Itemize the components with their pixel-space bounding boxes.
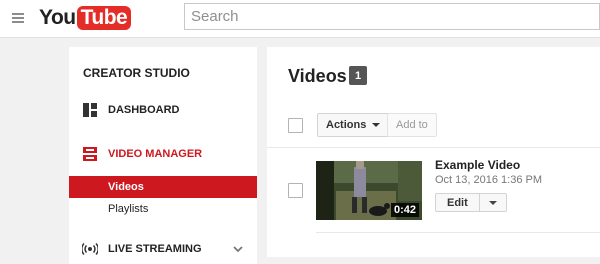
edit-split-button: Edit (435, 193, 507, 212)
edit-button-label: Edit (447, 196, 468, 209)
sidebar-item-label: DASHBOARD (108, 104, 180, 116)
creator-studio-sidebar: CREATOR STUDIO DASHBOARD VIDEO MANAGER V… (69, 47, 257, 264)
sidebar-subitem-label: Videos (108, 181, 144, 193)
select-all-checkbox[interactable] (288, 118, 303, 133)
caret-down-icon (488, 200, 497, 205)
page-title: Videos (288, 66, 347, 86)
logo-text-tube: Tube (76, 6, 132, 30)
add-to-button-label: Add to (396, 119, 428, 131)
logo-text-you: You (39, 6, 76, 29)
live-streaming-icon (82, 242, 98, 256)
sidebar-item-label: VIDEO MANAGER (108, 148, 203, 160)
chevron-down-icon[interactable] (233, 244, 243, 254)
edit-dropdown-button[interactable] (480, 194, 506, 211)
row-divider (316, 232, 600, 233)
video-count-badge: 1 (349, 66, 367, 85)
sidebar-item-dashboard[interactable]: DASHBOARD (69, 98, 257, 122)
sidebar-subitem-label: Playlists (108, 203, 149, 215)
sidebar-subitem-playlists[interactable]: Playlists (69, 198, 257, 220)
actions-button[interactable]: Actions (317, 113, 390, 137)
video-title-link[interactable]: Example Video (435, 158, 520, 172)
search-input[interactable] (184, 3, 600, 30)
video-manager-icon (83, 147, 97, 161)
video-duration: 0:42 (390, 203, 419, 217)
edit-button[interactable]: Edit (436, 194, 480, 211)
caret-down-icon (372, 123, 381, 127)
menu-icon[interactable] (12, 13, 24, 23)
sidebar-item-label: LIVE STREAMING (108, 243, 202, 255)
sidebar-item-live-streaming[interactable]: LIVE STREAMING (69, 237, 257, 261)
video-date: Oct 13, 2016 1:36 PM (435, 174, 543, 186)
toolbar-divider (267, 147, 600, 148)
add-to-button[interactable]: Add to (387, 113, 437, 137)
video-manager-panel: Videos 1 Actions Add to 0:42 Example Vid… (267, 47, 600, 257)
sidebar-title: CREATOR STUDIO (83, 66, 190, 80)
sidebar-item-video-manager[interactable]: VIDEO MANAGER (69, 142, 257, 166)
youtube-logo[interactable]: You Tube (39, 6, 132, 30)
actions-button-label: Actions (326, 119, 367, 131)
video-thumbnail[interactable]: 0:42 (316, 161, 422, 220)
video-row-checkbox[interactable] (288, 183, 303, 198)
top-bar: You Tube (0, 0, 600, 38)
sidebar-subitem-videos[interactable]: Videos (69, 176, 257, 198)
dashboard-icon (83, 103, 97, 117)
